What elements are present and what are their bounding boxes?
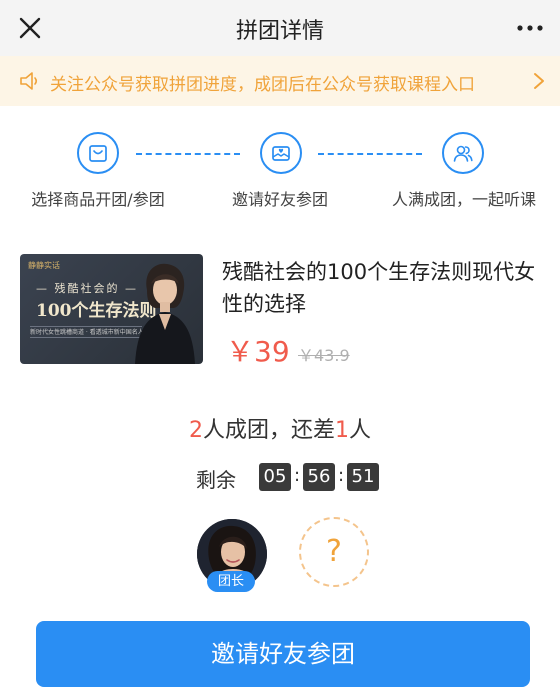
page-title: 拼团详情: [235, 19, 324, 44]
cover-title-line1: — 残酷社会的 —: [36, 282, 138, 295]
chevron-right-icon[interactable]: [532, 71, 546, 91]
notice-text: 关注公众号获取拼团进度，成团后在公众号获取课程入口: [50, 75, 475, 95]
notice-bar[interactable]: 关注公众号获取拼团进度，成团后在公众号获取课程入口: [0, 56, 560, 106]
group-status: 2人成团，还差1人: [0, 412, 560, 444]
required-count: 2: [188, 418, 203, 443]
countdown-separator: :: [337, 465, 345, 486]
status-middle-text: 人成团，还差: [202, 418, 335, 443]
more-icon[interactable]: [514, 16, 546, 40]
invite-friends-button[interactable]: 邀请好友参团: [36, 621, 530, 687]
countdown-hours: 05: [259, 463, 291, 491]
original-price: ￥43.9: [298, 346, 350, 365]
nav-header: 拼团详情: [0, 0, 560, 56]
product-title[interactable]: 残酷社会的100个生存法则现代女性的选择: [222, 256, 547, 320]
author-portrait: [135, 263, 195, 364]
speaker-icon: [20, 72, 38, 90]
cover-brand: 静静实话: [28, 261, 60, 270]
step-label-2: 邀请好友参团: [231, 190, 328, 209]
status-end-text: 人: [349, 418, 372, 443]
countdown-seconds: 51: [347, 463, 379, 491]
countdown-minutes: 56: [303, 463, 335, 491]
missing-count: 1: [335, 418, 349, 443]
step-label-3: 人满成团，一起听课: [391, 190, 536, 209]
remaining-label: 剩余: [196, 468, 236, 492]
step-connector: [318, 153, 422, 155]
invite-envelope-icon: [260, 132, 302, 174]
countdown-separator: :: [293, 465, 301, 486]
course-cover-image[interactable]: 静静实话 — 残酷社会的 — 100个生存法则 新时代女性跳槽商道 · 看透城市…: [20, 254, 203, 364]
shopping-bag-icon: [77, 132, 119, 174]
step-label-1: 选择商品开团/参团: [31, 190, 165, 209]
group-price: ￥39: [226, 335, 290, 368]
leader-badge: 团长: [207, 571, 255, 592]
step-connector: [136, 153, 240, 155]
empty-member-slot[interactable]: ?: [299, 517, 369, 587]
users-icon: [442, 132, 484, 174]
cover-subtitle: 新时代女性跳槽商道 · 看透城市新中国名人榜: [30, 326, 142, 338]
